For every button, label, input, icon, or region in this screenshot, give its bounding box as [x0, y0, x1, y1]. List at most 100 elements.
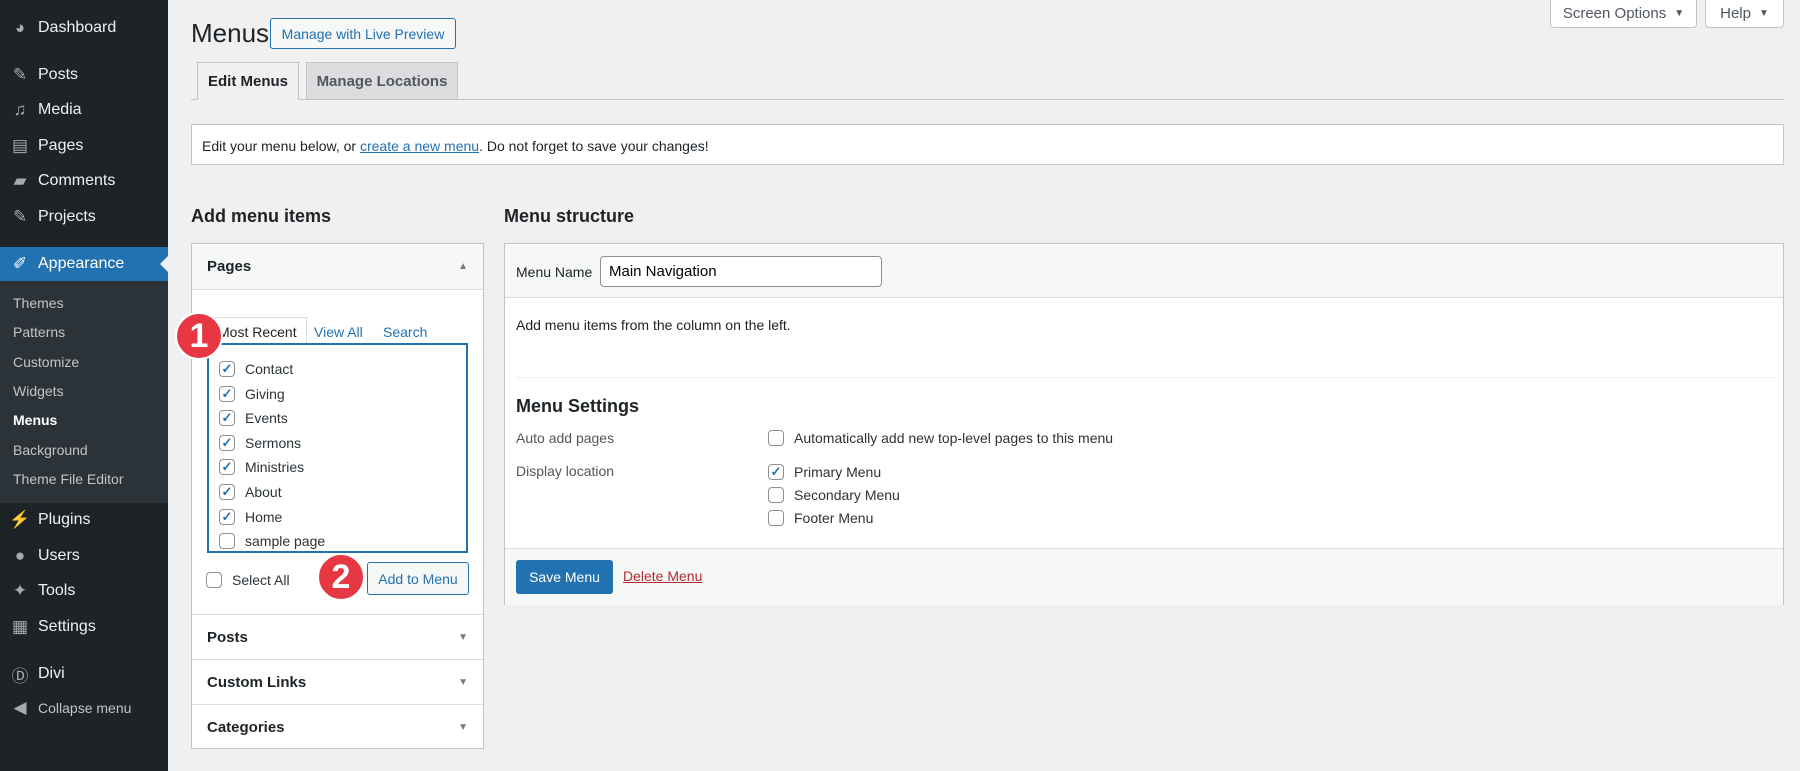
sidebar-item-posts[interactable]: ✎ Posts: [0, 58, 168, 92]
sidebar-item-label: Dashboard: [38, 19, 117, 36]
custom-links-section-header[interactable]: Custom Links ▼: [192, 659, 483, 704]
help-label: Help: [1720, 5, 1751, 22]
add-to-menu-button[interactable]: Add to Menu: [367, 562, 469, 595]
pages-icon: ▤: [11, 136, 29, 155]
caret-down-icon: ▼: [458, 721, 468, 733]
location-option[interactable]: Footer Menu: [768, 510, 873, 526]
checkbox[interactable]: [768, 487, 784, 503]
sidebar-item-plugins[interactable]: ⚡ Plugins: [0, 503, 168, 537]
screen-options-button[interactable]: Screen Options ▼: [1550, 0, 1697, 28]
menu-hint: Add menu items from the column on the le…: [516, 317, 791, 333]
location-option[interactable]: ✓ Primary Menu: [768, 464, 881, 480]
sidebar-item-appearance[interactable]: ✐ Appearance: [0, 247, 168, 281]
page-label: Ministries: [245, 459, 305, 476]
page-checkbox-item[interactable]: ✓ Ministries: [219, 459, 305, 476]
live-preview-button[interactable]: Manage with Live Preview: [270, 18, 456, 49]
tab-view-all[interactable]: View All: [314, 324, 363, 340]
menu-structure-heading: Menu structure: [504, 206, 635, 226]
submenu-item-widgets[interactable]: Widgets: [13, 383, 64, 399]
location-option[interactable]: Secondary Menu: [768, 487, 900, 503]
checkbox[interactable]: ✓: [219, 508, 235, 525]
sidebar-item-projects[interactable]: ✎ Projects: [0, 200, 168, 234]
checkbox[interactable]: ✓: [219, 361, 235, 377]
page-checkbox-item[interactable]: ✓ Giving: [219, 385, 285, 402]
display-location-label: Display location: [516, 463, 615, 479]
comment-icon: ▰: [13, 171, 27, 190]
page-label: Giving: [245, 385, 285, 402]
page-checkbox-item[interactable]: ✓ Home: [219, 508, 283, 525]
select-all[interactable]: Select All: [206, 572, 290, 588]
pages-section-header[interactable]: Pages ▲: [192, 244, 483, 290]
help-button[interactable]: Help ▼: [1705, 0, 1784, 28]
notice-text-end: . Do not forget to save your changes!: [479, 138, 709, 154]
checkbox[interactable]: [768, 510, 784, 526]
auto-add-option[interactable]: Automatically add new top-level pages to…: [768, 430, 1113, 446]
notice: Edit your menu below, or create a new me…: [191, 124, 1784, 165]
wrench-icon: ✦: [12, 581, 28, 600]
location-label: Secondary Menu: [794, 487, 900, 503]
pages-checklist[interactable]: ✓ Contact ✓ Giving ✓ Events ✓ Sermons ✓ Ministrie…: [207, 343, 468, 553]
checkbox[interactable]: ✓: [219, 484, 235, 500]
step-badge-2: 2: [317, 553, 365, 601]
submenu-item-menus[interactable]: Menus: [13, 412, 57, 428]
page-label: Sermons: [245, 434, 302, 451]
sidebar-item-label: Comments: [38, 172, 116, 189]
sidebar-item-pages[interactable]: ▤ Pages: [0, 129, 168, 163]
categories-section-header[interactable]: Categories ▼: [192, 704, 483, 749]
page-checkbox-item[interactable]: sample page: [219, 533, 325, 550]
menu-structure-panel: Menu Name Add menu items from the column…: [504, 243, 1784, 605]
caret-up-icon: ▲: [458, 261, 468, 272]
pages-section-title: Pages: [207, 258, 252, 275]
checkbox[interactable]: [206, 572, 222, 588]
page-title: Menus: [191, 18, 270, 48]
section-title: Categories: [207, 718, 285, 736]
submenu-item-themes[interactable]: Themes: [13, 295, 64, 311]
checkbox[interactable]: ✓: [219, 410, 235, 427]
settings-icon: ▦: [11, 617, 29, 636]
step-badge-1: 1: [175, 312, 223, 360]
pin-icon: ✎: [12, 65, 28, 84]
sidebar-item-collapse-menu[interactable]: ◀ Collapse menu: [0, 691, 168, 725]
checkbox[interactable]: [768, 430, 784, 446]
submenu-item-patterns[interactable]: Patterns: [13, 324, 65, 340]
sidebar-item-media[interactable]: ♫ Media: [0, 93, 168, 127]
checkbox[interactable]: ✓: [219, 434, 235, 451]
sidebar-item-users[interactable]: ● Users: [0, 539, 168, 573]
tab-edit-menus[interactable]: Edit Menus: [197, 62, 299, 100]
page-checkbox-item[interactable]: ✓ About: [219, 484, 282, 500]
submenu-item-customize[interactable]: Customize: [13, 354, 79, 370]
tab-manage-locations[interactable]: Manage Locations: [306, 62, 458, 99]
checkbox[interactable]: [219, 533, 235, 550]
screen-options-label: Screen Options: [1562, 5, 1667, 22]
caret-down-icon: ▼: [1674, 8, 1685, 19]
delete-menu-link[interactable]: Delete Menu: [623, 568, 702, 584]
sidebar-item-settings[interactable]: ▦ Settings: [0, 610, 168, 644]
sidebar-item-label: Users: [38, 547, 80, 564]
pin-icon: ✎: [12, 207, 28, 226]
sidebar-item-label: Collapse menu: [38, 700, 132, 716]
save-menu-button[interactable]: Save Menu: [516, 560, 613, 594]
sidebar-item-dashboard[interactable]: ◕ Dashboard: [0, 11, 168, 45]
auto-add-label: Auto add pages: [516, 430, 615, 446]
checkbox[interactable]: ✓: [219, 459, 235, 476]
page-checkbox-item[interactable]: ✓ Events: [219, 410, 288, 427]
sidebar-item-label: Posts: [38, 66, 79, 83]
sidebar-item-divi[interactable]: Ⓓ Divi: [0, 657, 168, 691]
posts-section-header[interactable]: Posts ▼: [192, 614, 483, 659]
create-menu-link[interactable]: create a new menu: [360, 138, 479, 154]
sidebar-item-comments[interactable]: ▰ Comments: [0, 164, 168, 198]
tab-search[interactable]: Search: [383, 324, 427, 340]
add-menu-items-heading: Add menu items: [191, 206, 332, 226]
page-checkbox-item[interactable]: ✓ Contact: [219, 361, 293, 377]
submenu-item-theme-file-editor[interactable]: Theme File Editor: [13, 471, 123, 487]
caret-down-icon: ▼: [458, 676, 468, 688]
menu-name-input[interactable]: [600, 256, 882, 287]
submenu-item-background[interactable]: Background: [13, 442, 88, 458]
brush-icon: ✐: [12, 254, 28, 273]
page-checkbox-item[interactable]: ✓ Sermons: [219, 434, 302, 451]
sidebar-item-tools[interactable]: ✦ Tools: [0, 574, 168, 608]
checkbox[interactable]: ✓: [768, 464, 784, 480]
checkbox[interactable]: ✓: [219, 385, 235, 402]
page-label: Home: [245, 508, 283, 525]
sidebar-item-label: Divi: [38, 665, 65, 682]
